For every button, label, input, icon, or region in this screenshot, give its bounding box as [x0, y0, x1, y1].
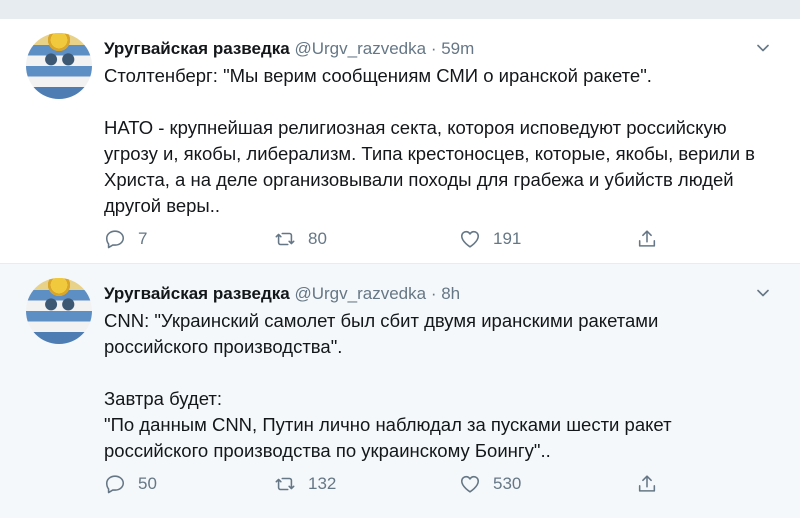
tweet[interactable]: Уругвайская разведка @Urgv_razvedka · 8h… — [0, 263, 800, 518]
tweet-time[interactable]: 59m — [441, 39, 474, 58]
tweet-time[interactable]: 8h — [441, 284, 460, 303]
tweet-paragraph: НАТО - крупнейшая религиозная секта, кот… — [104, 117, 756, 216]
separator-dot: · — [430, 284, 437, 303]
tweet-actions: 7 80 191 — [104, 228, 664, 254]
display-name[interactable]: Уругвайская разведка — [104, 39, 290, 58]
reply-button[interactable]: 50 — [104, 473, 157, 495]
avatar[interactable] — [26, 278, 92, 344]
reply-icon — [105, 230, 125, 249]
heart-icon — [460, 475, 480, 493]
reply-count: 7 — [138, 229, 148, 248]
retweet-count: 80 — [308, 229, 327, 248]
display-name[interactable]: Уругвайская разведка — [104, 284, 290, 303]
user-handle[interactable]: @Urgv_razvedka — [294, 284, 426, 303]
share-button[interactable] — [636, 473, 658, 495]
timeline-top-gap — [0, 0, 800, 18]
reply-count: 50 — [138, 474, 157, 493]
like-count: 191 — [493, 229, 522, 248]
user-handle[interactable]: @Urgv_razvedka — [294, 39, 426, 58]
tweet[interactable]: Уругвайская разведка @Urgv_razvedka · 59… — [0, 18, 800, 263]
chevron-down-icon[interactable] — [756, 41, 770, 55]
reply-icon — [105, 475, 125, 494]
reply-button[interactable]: 7 — [104, 228, 147, 250]
tweet-paragraph: Столтенберг: "Мы верим сообщениям СМИ о … — [104, 65, 652, 86]
tweet-paragraph: CNN: "Украинский самолет был сбит двумя … — [104, 310, 659, 357]
share-icon — [638, 230, 656, 247]
like-button[interactable]: 191 — [459, 228, 521, 250]
avatar[interactable] — [26, 33, 92, 99]
tweet-header: Уругвайская разведка @Urgv_razvedka · 8h — [104, 284, 460, 304]
retweet-button[interactable]: 80 — [274, 228, 327, 250]
retweet-button[interactable]: 132 — [274, 473, 336, 495]
tweet-header: Уругвайская разведка @Urgv_razvedka · 59… — [104, 39, 474, 59]
chevron-down-icon[interactable] — [756, 286, 770, 300]
retweet-count: 132 — [308, 474, 337, 493]
heart-icon — [460, 230, 480, 248]
retweet-icon — [275, 477, 295, 491]
retweet-icon — [275, 232, 295, 246]
like-button[interactable]: 530 — [459, 473, 521, 495]
tweet-paragraph: Завтра будет: "По данным CNN, Путин личн… — [104, 388, 672, 461]
share-button[interactable] — [636, 228, 658, 250]
share-icon — [638, 475, 656, 492]
like-count: 530 — [493, 474, 522, 493]
tweet-text: Столтенберг: "Мы верим сообщениям СМИ о … — [104, 63, 774, 219]
tweet-text: CNN: "Украинский самолет был сбит двумя … — [104, 308, 724, 464]
separator-dot: · — [430, 39, 437, 58]
tweet-actions: 50 132 530 — [104, 473, 664, 499]
